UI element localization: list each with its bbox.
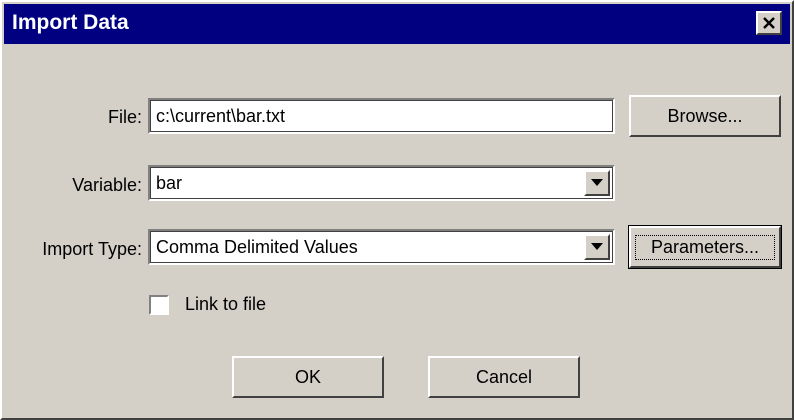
parameters-button-label: Parameters... bbox=[635, 235, 775, 260]
chevron-down-icon bbox=[591, 243, 603, 250]
ok-button[interactable]: OK bbox=[232, 356, 384, 398]
link-to-file-checkbox[interactable] bbox=[149, 295, 169, 315]
import-type-label: Import Type: bbox=[42, 239, 142, 259]
cancel-button[interactable]: Cancel bbox=[428, 356, 580, 398]
close-button[interactable] bbox=[756, 11, 782, 35]
parameters-button[interactable]: Parameters... bbox=[628, 225, 782, 269]
import-type-combo[interactable]: Comma Delimited Values bbox=[148, 229, 615, 265]
link-to-file-label[interactable]: Link to file bbox=[185, 294, 266, 315]
close-icon bbox=[763, 17, 775, 29]
variable-dropdown-button[interactable] bbox=[584, 170, 610, 196]
variable-combo[interactable]: bar bbox=[148, 165, 615, 201]
file-path-field[interactable]: c:\current\bar.txt bbox=[148, 98, 615, 134]
import-type-value: Comma Delimited Values bbox=[156, 237, 358, 257]
browse-button[interactable]: Browse... bbox=[629, 95, 781, 137]
variable-value: bar bbox=[156, 173, 183, 193]
title-bar: Import Data bbox=[4, 4, 790, 44]
import-type-dropdown-button[interactable] bbox=[584, 234, 610, 260]
file-label: File: bbox=[107, 107, 142, 127]
browse-button-label: Browse... bbox=[667, 106, 743, 126]
ok-button-label: OK bbox=[294, 367, 321, 387]
chevron-down-icon bbox=[591, 179, 603, 186]
window-title: Import Data bbox=[12, 11, 129, 34]
file-path-value: c:\current\bar.txt bbox=[156, 106, 286, 126]
import-data-dialog: Import Data File: c:\current\bar.txt Bro… bbox=[0, 0, 794, 420]
variable-label: Variable: bbox=[72, 175, 142, 195]
cancel-button-label: Cancel bbox=[475, 367, 533, 387]
